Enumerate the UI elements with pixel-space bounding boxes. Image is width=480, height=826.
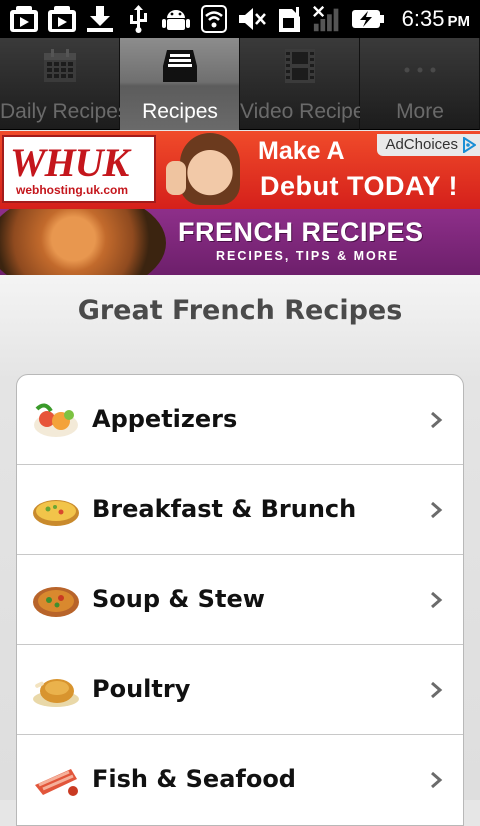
battery-icon (350, 4, 386, 34)
tab-label: More (396, 100, 444, 123)
mute-icon (236, 4, 268, 34)
chevron-right-icon (431, 591, 443, 609)
category-label: Poultry (92, 675, 191, 703)
category-poultry[interactable]: Poultry (17, 645, 463, 735)
poultry-icon (33, 679, 79, 707)
photo-icon (8, 4, 40, 34)
app-banner: FRENCH RECIPES RECIPES, TIPS & MORE (0, 209, 480, 275)
category-breakfast-brunch[interactable]: Breakfast & Brunch (17, 465, 463, 555)
ad-logo: WHUK webhosting.uk.com (2, 135, 156, 203)
category-soup-stew[interactable]: Soup & Stew (17, 555, 463, 645)
inbox-icon (161, 48, 199, 84)
calendar-icon (42, 48, 78, 84)
android-icon (160, 4, 192, 34)
tab-daily-recipes[interactable]: Daily Recipes (0, 38, 120, 130)
ad-person-image (160, 131, 250, 209)
tab-label: Daily Recipes (0, 100, 120, 123)
banner-title: FRENCH RECIPES (178, 217, 424, 247)
category-list: Appetizers Breakfast & Brunch Soup & Ste… (16, 374, 464, 826)
ad-tagline: Debut TODAY ! (260, 171, 459, 201)
appetizers-icon (34, 403, 78, 437)
fish-icon (35, 769, 78, 796)
tab-label: Video Recipe (240, 100, 360, 123)
food-image (0, 209, 166, 275)
banner-subtitle: RECIPES, TIPS & MORE (216, 249, 400, 263)
film-icon (283, 48, 317, 84)
category-label: Fish & Seafood (92, 765, 296, 793)
category-label: Soup & Stew (92, 585, 265, 613)
wifi-icon (198, 4, 230, 34)
chevron-right-icon (431, 681, 443, 699)
chevron-right-icon (431, 501, 443, 519)
signal-icon (312, 4, 344, 34)
tab-label: Recipes (142, 100, 218, 123)
clock: 6:35 PM (401, 6, 470, 31)
ad-banner[interactable]: WHUK webhosting.uk.com Make A Debut TODA… (0, 131, 480, 209)
category-fish-seafood[interactable]: Fish & Seafood (17, 735, 463, 825)
soup-icon (33, 587, 79, 617)
download-icon (84, 4, 116, 34)
more-icon (400, 48, 440, 84)
usb-icon (122, 4, 154, 34)
breakfast-icon (33, 500, 79, 526)
ad-headline: Make A (258, 137, 345, 165)
ad-choices-button[interactable]: AdChoices (377, 134, 480, 156)
play-icon (46, 4, 78, 34)
adchoices-icon (463, 137, 476, 153)
sim-icon (274, 4, 306, 34)
status-bar: 6:35 PM (0, 0, 480, 38)
chevron-right-icon (431, 771, 443, 789)
category-appetizers[interactable]: Appetizers (17, 375, 463, 465)
tab-bar: Daily Recipes Recipes Video Recipe More (0, 38, 480, 130)
main-content: Great French Recipes Appetizers Breakfas… (0, 275, 480, 826)
category-label: Breakfast & Brunch (92, 495, 357, 523)
tab-recipes[interactable]: Recipes (120, 38, 240, 130)
tab-video-recipe[interactable]: Video Recipe (240, 38, 360, 130)
page-title: Great French Recipes (77, 295, 403, 326)
chevron-right-icon (431, 411, 443, 429)
tab-more[interactable]: More (360, 38, 480, 130)
category-label: Appetizers (92, 405, 238, 433)
